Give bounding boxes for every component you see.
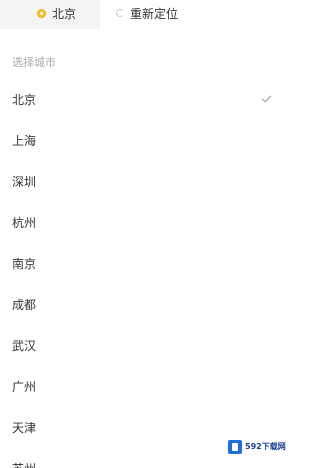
city-item-nanjing[interactable]: 南京 [0, 244, 286, 285]
city-item-hangzhou[interactable]: 杭州 [0, 203, 286, 244]
top-bar: 北京 重新定位 [0, 0, 286, 29]
relocate-button[interactable]: 重新定位 [112, 0, 192, 29]
city-item-shanghai[interactable]: 上海 [0, 121, 286, 162]
current-city-chip[interactable]: 北京 [0, 0, 100, 29]
check-icon [261, 92, 272, 103]
city-name: 天津 [12, 421, 37, 435]
section-title: 选择城市 [12, 56, 56, 69]
city-list: 北京 上海 深圳 杭州 南京 成都 武汉 广州 天津 苏州 [0, 80, 286, 468]
watermark-text: 592下载网 [245, 442, 286, 451]
city-name: 成都 [12, 298, 37, 312]
city-item-guangzhou[interactable]: 广州 [0, 367, 286, 408]
current-city-label: 北京 [52, 7, 77, 21]
city-name: 北京 [12, 93, 37, 107]
watermark: 592下载网 [228, 440, 286, 454]
relocate-label: 重新定位 [130, 7, 179, 21]
city-name: 南京 [12, 257, 37, 271]
city-item-shenzhen[interactable]: 深圳 [0, 162, 286, 203]
city-name: 杭州 [12, 216, 37, 230]
city-item-wuhan[interactable]: 武汉 [0, 326, 286, 367]
refresh-icon [116, 9, 124, 17]
city-name: 深圳 [12, 175, 37, 189]
watermark-logo-icon [228, 440, 242, 454]
city-picker-page: 北京 重新定位 选择城市 北京 上海 深圳 杭州 南京 成都 武汉 广州 天津 … [0, 0, 286, 468]
city-name: 上海 [12, 134, 37, 148]
city-item-chengdu[interactable]: 成都 [0, 285, 286, 326]
location-pin-icon [37, 9, 46, 18]
city-item-beijing[interactable]: 北京 [0, 80, 286, 121]
city-name: 广州 [12, 380, 37, 394]
city-name: 武汉 [12, 339, 37, 353]
city-name: 苏州 [12, 461, 36, 468]
